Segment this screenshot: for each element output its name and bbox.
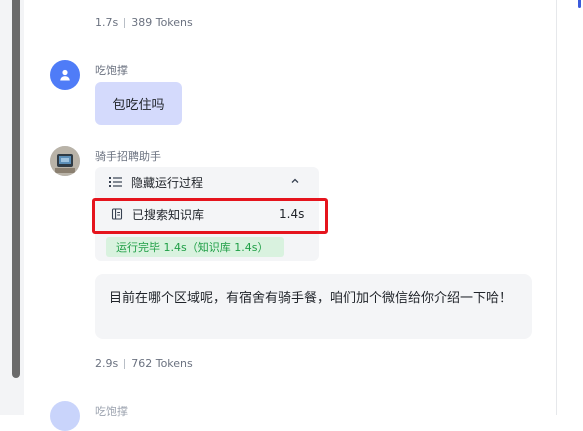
right-side-panel xyxy=(556,0,583,415)
scrollbar-thumb[interactable] xyxy=(12,0,20,378)
bot-tokens: 762 Tokens xyxy=(131,357,193,370)
previous-duration: 1.7s xyxy=(95,16,119,29)
bot-name: 骑手招聘助手 xyxy=(95,150,161,163)
bot-message-text: 目前在哪个区域呢，有宿舍有骑手餐，咱们加个微信给你介绍一下哈！ xyxy=(109,291,513,306)
previous-message-meta: 1.7s 389 Tokens xyxy=(95,16,193,29)
hide-process-label: 隐藏运行过程 xyxy=(131,175,204,190)
next-user-avatar xyxy=(50,401,80,431)
chevron-up-icon xyxy=(291,178,299,183)
user-message-bubble: 包吃住吗 xyxy=(95,82,182,125)
right-panel-indicator xyxy=(578,0,581,8)
meta-divider xyxy=(124,358,126,369)
run-status-text: 运行完毕 1.4s（知识库 1.4s） xyxy=(116,241,269,254)
bot-avatar-image xyxy=(50,146,80,176)
user-avatar xyxy=(50,60,80,90)
run-status-badge: 运行完毕 1.4s（知识库 1.4s） xyxy=(106,237,284,257)
user-message-text: 包吃住吗 xyxy=(112,98,165,113)
next-user-name: 吃饱撑 xyxy=(95,405,128,418)
bot-avatar xyxy=(50,146,80,176)
meta-divider xyxy=(124,17,126,28)
highlight-annotation xyxy=(92,198,328,234)
bot-message-meta: 2.9s 762 Tokens xyxy=(95,357,193,370)
hide-process-toggle[interactable]: 隐藏运行过程 xyxy=(95,167,319,197)
previous-tokens: 389 Tokens xyxy=(131,16,193,29)
bot-duration: 2.9s xyxy=(95,357,119,370)
user-name: 吃饱撑 xyxy=(95,64,128,77)
bot-message-bubble: 目前在哪个区域呢，有宿舍有骑手餐，咱们加个微信给你介绍一下哈！ xyxy=(95,274,532,339)
list-icon xyxy=(109,175,123,189)
person-icon xyxy=(60,69,70,81)
